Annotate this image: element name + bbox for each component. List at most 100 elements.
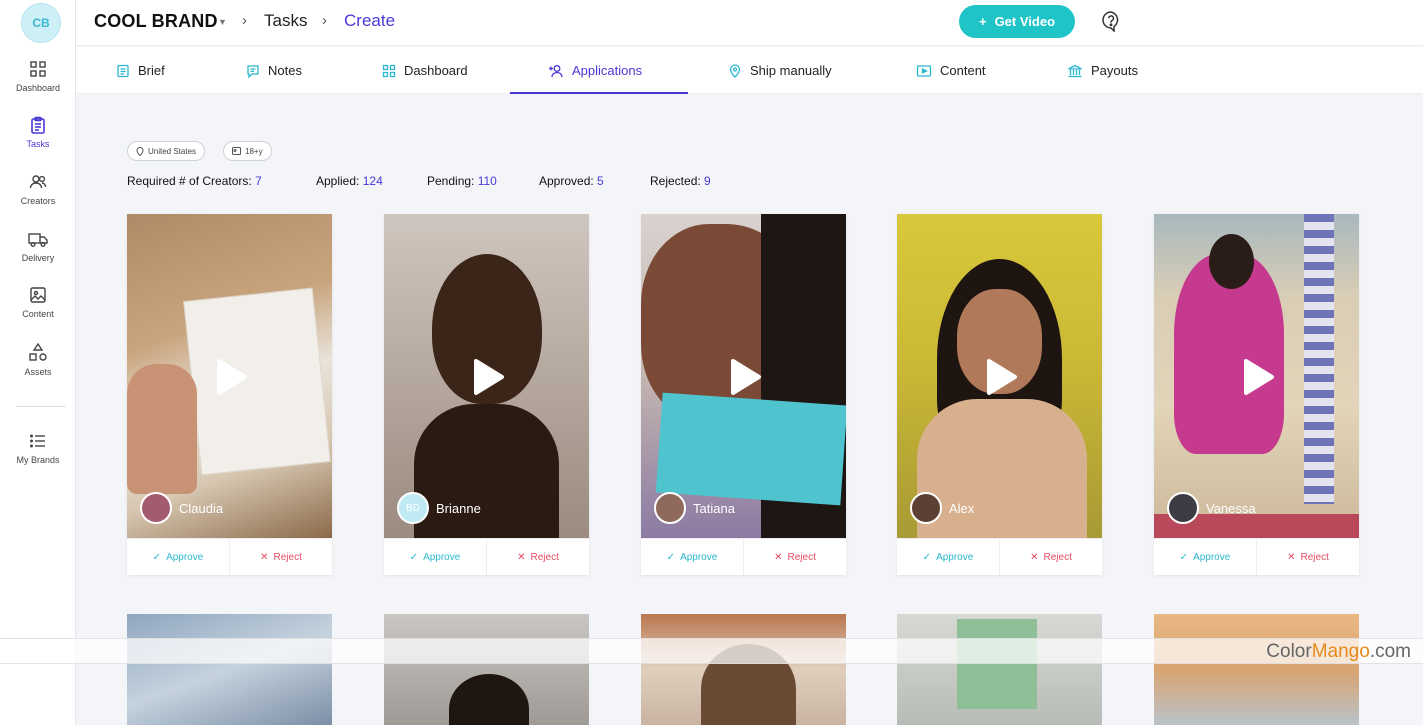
get-video-button[interactable]: + Get Video xyxy=(959,5,1075,38)
creator-avatar: BD xyxy=(397,492,429,524)
sidebar-item-delivery[interactable]: Delivery xyxy=(0,230,76,263)
reject-button[interactable]: ✕ Reject xyxy=(1000,539,1102,575)
creator-avatar xyxy=(910,492,942,524)
tab-dashboard[interactable]: Dashboard xyxy=(382,47,468,94)
video-thumbnail[interactable]: Claudia xyxy=(127,214,332,538)
sidebar-item-assets[interactable]: Assets xyxy=(0,342,76,377)
tab-label: Brief xyxy=(138,63,165,78)
play-icon[interactable] xyxy=(209,356,251,398)
sidebar-item-label: Dashboard xyxy=(15,83,61,93)
users-icon xyxy=(29,175,47,189)
play-icon[interactable] xyxy=(466,356,508,398)
tab-notes[interactable]: Notes xyxy=(246,47,302,94)
plus-icon: + xyxy=(978,14,987,29)
creator-avatar xyxy=(1167,492,1199,524)
approve-button[interactable]: ✓ Approve xyxy=(127,539,230,575)
sidebar-item-dashboard[interactable]: Dashboard xyxy=(0,60,76,93)
check-icon: ✓ xyxy=(922,551,932,563)
approve-button[interactable]: ✓ Approve xyxy=(384,539,487,575)
help-icon[interactable] xyxy=(1100,10,1122,32)
reject-button[interactable]: ✕ Reject xyxy=(744,539,846,575)
sidebar-item-my-brands[interactable]: My Brands xyxy=(0,432,76,465)
video-thumbnail[interactable]: Alex xyxy=(897,214,1102,538)
active-tab-indicator xyxy=(510,92,688,94)
sidebar-item-label: Delivery xyxy=(21,253,55,263)
tab-ship-manually[interactable]: Ship manually xyxy=(728,47,832,94)
close-icon: ✕ xyxy=(517,551,526,563)
grid-icon xyxy=(30,61,46,77)
stat-approved: Approved: 5 xyxy=(539,174,604,188)
video-thumbnail[interactable] xyxy=(1154,614,1359,725)
video-thumbnail[interactable] xyxy=(897,614,1102,725)
approve-button[interactable]: ✓ Approve xyxy=(897,539,1000,575)
tab-brief[interactable]: Brief xyxy=(116,47,165,94)
avatar[interactable]: CB xyxy=(21,3,61,43)
stat-rejected: Rejected: 9 xyxy=(650,174,711,188)
creator-name: Alex xyxy=(949,500,975,516)
age-label: 18+y xyxy=(245,146,263,156)
application-card: Claudia ✓ Approve ✕ Reject xyxy=(127,214,332,575)
clipboard-icon xyxy=(31,116,45,134)
bank-icon xyxy=(1068,64,1082,77)
tab-label: Notes xyxy=(268,63,302,78)
breadcrumb-tasks[interactable]: Tasks xyxy=(264,11,307,31)
play-icon[interactable] xyxy=(723,356,765,398)
reject-button[interactable]: ✕ Reject xyxy=(230,539,332,575)
approve-button[interactable]: ✓ Approve xyxy=(641,539,744,575)
video-thumbnail[interactable] xyxy=(384,614,589,725)
creator-info: Alex xyxy=(910,492,974,524)
check-icon: ✓ xyxy=(666,551,676,563)
play-icon[interactable] xyxy=(979,356,1021,398)
grid-icon xyxy=(382,64,396,77)
sidebar-divider xyxy=(16,406,66,407)
video-thumbnail[interactable]: Tatiana xyxy=(641,214,846,538)
sidebar-item-label: Creators xyxy=(20,196,56,206)
creator-name: Vanessa xyxy=(1206,500,1256,516)
tab-content[interactable]: Content xyxy=(916,47,986,94)
video-thumbnail[interactable] xyxy=(127,614,332,725)
shapes-icon xyxy=(29,342,47,361)
creator-info: Claudia xyxy=(140,492,223,524)
creator-name: Brianne xyxy=(436,500,481,516)
sidebar-item-creators[interactable]: Creators xyxy=(0,173,76,206)
creator-info: BD Brianne xyxy=(397,492,481,524)
chevron-down-icon[interactable]: ▼ xyxy=(218,17,227,27)
task-tabs: Brief Notes Dashboard Applications Ship … xyxy=(76,47,1423,94)
check-icon: ✓ xyxy=(1179,551,1189,563)
tab-applications[interactable]: Applications xyxy=(548,47,642,94)
card-actions: ✓ Approve ✕ Reject xyxy=(127,538,332,575)
document-icon xyxy=(117,64,129,77)
stat-required: Required # of Creators: 7 xyxy=(127,174,262,188)
tab-label: Ship manually xyxy=(750,63,832,78)
close-icon: ✕ xyxy=(1287,551,1296,563)
card-actions: ✓ Approve ✕ Reject xyxy=(641,538,846,575)
list-icon xyxy=(30,434,45,448)
sidebar-item-content[interactable]: Content xyxy=(0,286,76,319)
watermark-band: ColorMango.com xyxy=(0,638,1423,664)
application-card: Alex ✓ Approve ✕ Reject xyxy=(897,214,1102,575)
creator-avatar xyxy=(140,492,172,524)
age-chip: 18+y xyxy=(223,141,272,161)
stat-applied: Applied: 124 xyxy=(316,174,383,188)
video-thumbnail[interactable]: Vanessa xyxy=(1154,214,1359,538)
close-icon: ✕ xyxy=(774,551,783,563)
tab-payouts[interactable]: Payouts xyxy=(1067,47,1138,94)
sidebar-item-label: Content xyxy=(22,309,54,319)
approve-button[interactable]: ✓ Approve xyxy=(1154,539,1257,575)
reject-button[interactable]: ✕ Reject xyxy=(487,539,589,575)
brand-switcher[interactable]: COOL BRAND xyxy=(94,11,218,32)
play-icon[interactable] xyxy=(1236,356,1278,398)
close-icon: ✕ xyxy=(1030,551,1039,563)
reject-button[interactable]: ✕ Reject xyxy=(1257,539,1359,575)
creator-name: Claudia xyxy=(179,500,224,516)
sidebar-item-tasks[interactable]: Tasks xyxy=(0,116,76,149)
sidebar-item-label: My Brands xyxy=(16,455,60,465)
video-thumbnail[interactable] xyxy=(641,614,846,725)
creator-info: Vanessa xyxy=(1167,492,1256,524)
sidebar-item-label: Tasks xyxy=(26,139,50,149)
video-thumbnail[interactable]: BD Brianne xyxy=(384,214,589,538)
tab-label: Payouts xyxy=(1091,63,1138,78)
tab-label: Content xyxy=(940,63,986,78)
card-actions: ✓ Approve ✕ Reject xyxy=(1154,538,1359,575)
play-screen-icon xyxy=(916,64,932,77)
